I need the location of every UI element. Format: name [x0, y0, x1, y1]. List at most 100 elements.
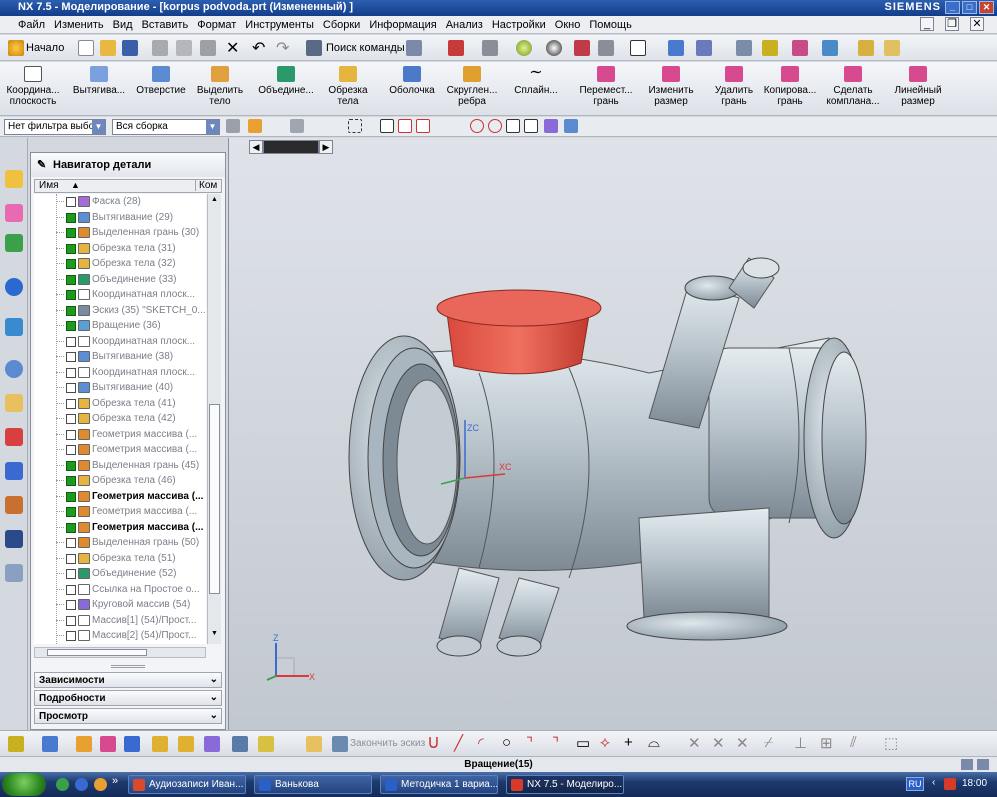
- sequence-icon[interactable]: [178, 736, 194, 752]
- dimension-icon[interactable]: ⌿: [764, 734, 773, 751]
- clearance-icon[interactable]: [232, 736, 248, 752]
- polygon-icon[interactable]: ⟡: [600, 734, 610, 751]
- point-icon[interactable]: +: [624, 734, 633, 751]
- shaded-icon[interactable]: [546, 40, 562, 56]
- snap-point-icon[interactable]: [380, 119, 394, 133]
- task-audio[interactable]: Аудиозаписи Иван...: [128, 775, 246, 794]
- wave-icon[interactable]: [204, 736, 220, 752]
- minimize-button[interactable]: _: [945, 1, 960, 14]
- tree-horizontal-scrollbar[interactable]: [34, 647, 206, 658]
- cut-icon[interactable]: [152, 40, 168, 56]
- tree-row[interactable]: Объединение (52): [34, 566, 206, 581]
- sketch-icon[interactable]: [306, 736, 322, 752]
- offset-curve-icon[interactable]: ⌓: [648, 734, 660, 751]
- snap-icon[interactable]: [762, 40, 778, 56]
- pin-icon[interactable]: ✎: [37, 158, 46, 171]
- feature-checkbox[interactable]: [66, 352, 76, 362]
- feature-checkbox[interactable]: [66, 600, 76, 610]
- web-browser-icon[interactable]: [5, 530, 23, 548]
- feature-checkbox[interactable]: [66, 274, 76, 285]
- feature-checkbox[interactable]: [66, 305, 76, 316]
- type-filter-select[interactable]: Нет фильтра выбор ▼: [4, 119, 106, 135]
- splitter-handle[interactable]: [111, 665, 145, 668]
- mdi-minimize-button[interactable]: _: [920, 17, 934, 31]
- fit-view-icon[interactable]: [448, 40, 464, 56]
- history-icon[interactable]: [5, 360, 23, 378]
- menu-help[interactable]: Помощь: [589, 19, 632, 31]
- tree-row[interactable]: Вытягивание (29): [34, 210, 206, 225]
- feature-checkbox[interactable]: [66, 383, 76, 393]
- delete-face-button[interactable]: Удалить грань: [708, 64, 760, 107]
- tree-row[interactable]: Координатная плоск...: [34, 287, 206, 302]
- extend-icon[interactable]: ✕: [712, 734, 725, 752]
- feature-checkbox[interactable]: [66, 445, 76, 455]
- tree-row[interactable]: Геометрия массива (...: [34, 504, 206, 519]
- tray-expand-icon[interactable]: ‹: [932, 777, 935, 788]
- dependencies-section[interactable]: Зависимости ⌄: [34, 672, 222, 688]
- trim-body-button[interactable]: Обрезка тела: [322, 64, 374, 107]
- rectangle-select-icon[interactable]: [348, 119, 362, 133]
- body-select-icon[interactable]: [564, 119, 578, 133]
- system-materials-icon[interactable]: [5, 394, 23, 412]
- quicklaunch-icon-1[interactable]: [56, 778, 69, 791]
- feature-checkbox[interactable]: [66, 243, 76, 254]
- feature-checkbox[interactable]: [66, 491, 76, 502]
- menu-tools[interactable]: Инструменты: [245, 19, 314, 31]
- extract-body-button[interactable]: Выделить тело: [194, 64, 246, 107]
- task-metodichka[interactable]: Методичка 1 вариа...: [380, 775, 498, 794]
- feature-checkbox[interactable]: [66, 398, 76, 409]
- menu-window[interactable]: Окно: [555, 19, 581, 31]
- make-coplanar-button[interactable]: Сделать компланa...: [824, 64, 882, 107]
- profile-icon[interactable]: ᑌ: [428, 734, 439, 752]
- linear-dimension-button[interactable]: Линейный размер: [890, 64, 946, 107]
- menu-edit[interactable]: Изменить: [54, 19, 104, 31]
- part-navigator-icon[interactable]: [5, 234, 23, 252]
- scope-select[interactable]: Вся сборка ▼: [112, 119, 220, 135]
- tree-row[interactable]: Обрезка тела (31): [34, 241, 206, 256]
- quicklaunch-more-icon[interactable]: »: [112, 775, 118, 787]
- finish-sketch-button[interactable]: Закончить эскиз: [332, 736, 425, 752]
- end-point-icon[interactable]: [398, 119, 412, 133]
- scroll-up-icon[interactable]: ▲: [209, 196, 220, 206]
- palettes-icon[interactable]: [5, 564, 23, 582]
- feature-checkbox[interactable]: [66, 584, 76, 595]
- info-icon[interactable]: [5, 278, 23, 296]
- tree-row[interactable]: Вытягивание (40): [34, 380, 206, 395]
- show-constraints-icon[interactable]: ⊞: [820, 734, 833, 752]
- feature-checkbox[interactable]: [66, 522, 76, 533]
- tree-row[interactable]: Координатная плоск...: [34, 334, 206, 349]
- tree-row[interactable]: Объединение (33): [34, 272, 206, 287]
- box-icon[interactable]: [574, 40, 590, 56]
- tree-row[interactable]: Геометрия массива (...: [34, 520, 206, 535]
- extrude-button[interactable]: Вытягива...: [70, 64, 128, 96]
- select-feature-icon[interactable]: [290, 119, 304, 133]
- copy-icon[interactable]: [176, 40, 192, 56]
- menu-view[interactable]: Вид: [113, 19, 133, 31]
- existing-point-icon[interactable]: [544, 119, 558, 133]
- tree-row[interactable]: Круговой массив (54): [34, 597, 206, 612]
- new-file-icon[interactable]: [78, 40, 94, 56]
- hidden-edges-icon[interactable]: [598, 40, 614, 56]
- background-icon[interactable]: [630, 40, 646, 56]
- tree-row[interactable]: Геометрия массива (...: [34, 442, 206, 457]
- tree-row[interactable]: Геометрия массива (...: [34, 427, 206, 442]
- measure-icon[interactable]: [858, 40, 874, 56]
- constraint-navigator-icon[interactable]: [5, 204, 23, 222]
- model-canvas[interactable]: ZC XC Z X: [229, 138, 997, 730]
- language-indicator[interactable]: RU: [906, 777, 924, 791]
- open-folder-icon[interactable]: [100, 40, 116, 56]
- render-style-icon[interactable]: [516, 40, 532, 56]
- tree-row[interactable]: Вращение (36): [34, 318, 206, 333]
- feature-checkbox[interactable]: [66, 476, 76, 486]
- feature-checkbox[interactable]: [66, 569, 76, 579]
- play-icon[interactable]: [822, 40, 838, 56]
- feature-checkbox[interactable]: [66, 553, 76, 564]
- tree-row[interactable]: Координатная плоск...: [34, 365, 206, 380]
- arrangement-icon[interactable]: [258, 736, 274, 752]
- copy-face-button[interactable]: Копирова... грань: [762, 64, 818, 107]
- redo-icon[interactable]: ↷: [276, 38, 289, 58]
- feature-checkbox[interactable]: [66, 336, 76, 347]
- rectangle-icon[interactable]: ▭: [576, 734, 590, 752]
- tree-row[interactable]: Выделенная грань (30): [34, 225, 206, 240]
- scroll-down-icon[interactable]: ▼: [209, 630, 220, 640]
